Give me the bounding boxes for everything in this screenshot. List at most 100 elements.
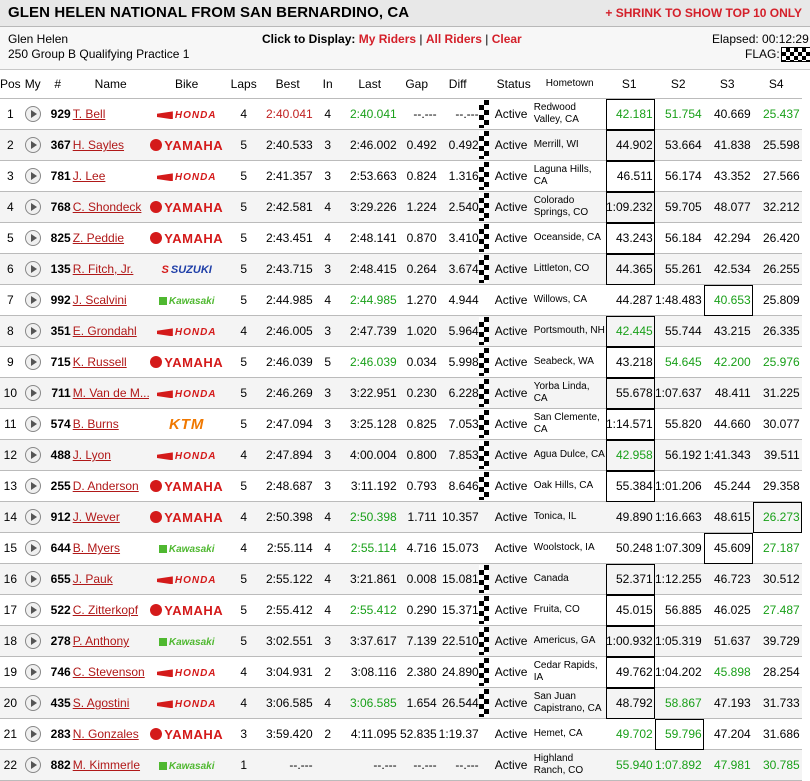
rider-name-link[interactable]: Z. Peddie: [73, 231, 124, 245]
column-header: Diff: [436, 70, 479, 99]
add-my-rider-arrow-icon[interactable]: [24, 416, 41, 432]
add-my-rider-arrow-icon[interactable]: [24, 478, 41, 494]
table-row[interactable]: 5 825 Z. Peddie YAMAHA 5 2:43.451 4 2:48.141 0.8…: [0, 222, 802, 254]
diff-cell: 4.944: [436, 284, 479, 316]
rider-name-link[interactable]: J. Lee: [73, 169, 106, 183]
add-my-rider-arrow-icon[interactable]: [24, 354, 41, 370]
rider-name-link[interactable]: S. Agostini: [73, 696, 130, 710]
add-my-rider-arrow-icon[interactable]: [24, 261, 41, 277]
table-row[interactable]: 21 283 N. Gonzales YAMAHA 3 3:59.420 2 4:11.095…: [0, 718, 802, 750]
table-row[interactable]: 9 715 K. Russell YAMAHA 5 2:46.039 5 2:46.039 0.…: [0, 346, 802, 378]
rider-name-link[interactable]: K. Russell: [73, 355, 127, 369]
rider-name-link[interactable]: J. Scalvini: [73, 293, 127, 307]
diff-cell: 10.357: [436, 501, 479, 533]
rider-name-link[interactable]: C. Shondeck: [73, 200, 142, 214]
last-lap-cell: 2:40.041: [342, 98, 397, 130]
rider-name-link[interactable]: C. Zitterkopf: [73, 603, 138, 617]
add-my-rider-arrow-icon[interactable]: [24, 199, 41, 215]
rider-name-link[interactable]: D. Anderson: [73, 479, 139, 493]
sector-s4-cell: 27.187: [752, 532, 802, 564]
table-row[interactable]: 22 882 M. Kimmerle Kawasaki 1 --.--- --.--- --.…: [0, 749, 802, 781]
sector-s4-cell: 25.809: [752, 284, 802, 316]
sector-s1-cell: 49.890: [605, 501, 655, 533]
sector-s1-cell: 48.792: [605, 687, 655, 719]
last-lap-cell: 3:29.226: [342, 191, 397, 223]
table-row[interactable]: 15 644 B. Myers Kawasaki 4 2:55.114 4 2:55.114 4…: [0, 532, 802, 564]
last-lap-cell: 2:48.415: [342, 253, 397, 285]
rider-name-link[interactable]: E. Grondahl: [73, 324, 137, 338]
add-my-rider-arrow-icon[interactable]: [24, 695, 41, 711]
table-row[interactable]: 6 135R. Fitch, Jr. SUZUKI 52:43.71532:48.41…: [0, 253, 802, 285]
bike-cell: HONDA: [148, 377, 225, 409]
rider-name-link[interactable]: T. Bell: [73, 107, 106, 121]
bike-cell: HONDA: [148, 656, 225, 688]
clear-link[interactable]: Clear: [492, 32, 522, 46]
table-row[interactable]: 11 574 B. Burns KTM 5 2:47.094 3 3:25.128 0.825 7…: [0, 408, 802, 440]
table-row[interactable]: 13 255 D. Anderson YAMAHA 5 2:48.687 3 3:11.192…: [0, 470, 802, 502]
add-my-rider-arrow-icon[interactable]: [24, 571, 41, 587]
rider-name-link[interactable]: R. Fitch, Jr.: [73, 262, 134, 276]
table-row[interactable]: 8 351 E. Grondahl HONDA 4 2:46.005 3 2:47.739 1.…: [0, 315, 802, 347]
table-row[interactable]: 18 278 P. Anthony Kawasaki 5 3:02.551 3 3:37.61…: [0, 625, 802, 657]
add-my-rider-arrow-icon[interactable]: [24, 292, 41, 308]
rider-name-link[interactable]: C. Stevenson: [73, 665, 145, 679]
sector-s2-cell: 59.796: [654, 718, 704, 750]
table-row[interactable]: 14 912 J. Wever YAMAHA 4 2:50.398 4 2:50.398 1.7…: [0, 501, 802, 533]
column-header: #: [44, 70, 71, 99]
add-my-rider-arrow-icon[interactable]: [24, 633, 41, 649]
hometown-cell: Merrill, WI: [532, 129, 606, 161]
last-lap-cell: 4:11.095: [342, 718, 397, 750]
rider-name-link[interactable]: M. Van de M...: [73, 386, 149, 400]
add-my-rider-arrow-icon[interactable]: [24, 447, 41, 463]
table-row[interactable]: 10 711 M. Van de M... HONDA 5 2:46.269 3 3:22.9…: [0, 377, 802, 409]
rider-name-link[interactable]: M. Kimmerle: [73, 758, 140, 772]
add-my-rider-arrow-icon[interactable]: [24, 509, 41, 525]
rider-name-link[interactable]: B. Burns: [73, 417, 119, 431]
table-row[interactable]: 7 992 J. Scalvini Kawasaki 5 2:44.985 4 2:44.98…: [0, 284, 802, 316]
add-my-rider-arrow-icon[interactable]: [24, 106, 41, 122]
add-my-rider-arrow-icon[interactable]: [24, 137, 41, 153]
rider-name-link[interactable]: H. Sayles: [73, 138, 124, 152]
hometown-cell: Oak Hills, CA: [532, 470, 606, 502]
add-my-rider-arrow-icon[interactable]: [24, 540, 41, 556]
add-my-rider-arrow-icon[interactable]: [24, 726, 41, 742]
sector-s4-cell: 26.420: [752, 222, 802, 254]
rider-name-link[interactable]: J. Wever: [73, 510, 120, 524]
rider-name-link[interactable]: N. Gonzales: [73, 727, 139, 741]
shrink-top-10-link[interactable]: + SHRINK TO SHOW TOP 10 ONLY: [605, 6, 802, 20]
add-my-rider-arrow-icon[interactable]: [24, 664, 41, 680]
checkered-flag-icon: [780, 47, 810, 63]
all-riders-link[interactable]: All Riders: [426, 32, 482, 46]
hometown-cell: Highland Ranch, CO: [532, 749, 606, 781]
table-row[interactable]: 17 522 C. Zitterkopf YAMAHA 5 2:55.412 4 2:55.4…: [0, 594, 802, 626]
add-my-rider-arrow-icon[interactable]: [24, 757, 41, 773]
add-my-rider-arrow-icon[interactable]: [24, 385, 41, 401]
rider-name-link[interactable]: B. Myers: [73, 541, 120, 555]
hometown-cell: Cedar Rapids, IA: [532, 656, 606, 688]
status-cell: Active: [492, 284, 533, 316]
table-row[interactable]: 20 435 S. Agostini HONDA 4 3:06.585 4 3:06.585 1…: [0, 687, 802, 719]
table-row[interactable]: 19 746 C. Stevenson HONDA 4 3:04.931 2 3:08.116…: [0, 656, 802, 688]
best-in-lap-cell: 4: [312, 563, 343, 595]
sector-s4-cell: 39.729: [752, 625, 802, 657]
rider-name-cell: J. Lyon: [70, 439, 149, 471]
laps-cell: 5: [224, 222, 263, 254]
best-lap-cell: 2:46.269: [262, 377, 313, 409]
add-my-rider-arrow-icon[interactable]: [24, 602, 41, 618]
table-row[interactable]: 4 768 C. Shondeck YAMAHA 5 2:42.581 4 3:29.226 1…: [0, 191, 802, 223]
table-row[interactable]: 16 655 J. Pauk HONDA 5 2:55.122 4 3:21.861 0.008…: [0, 563, 802, 595]
add-my-rider-arrow-icon[interactable]: [24, 323, 41, 339]
add-my-rider-arrow-icon[interactable]: [24, 168, 41, 184]
laps-cell: 4: [224, 315, 263, 347]
rider-name-link[interactable]: J. Lyon: [73, 448, 111, 462]
table-row[interactable]: 3 781 J. Lee HONDA 5 2:41.357 3 2:53.663 0.824 1.…: [0, 160, 802, 192]
my-rider-cell: [20, 594, 45, 626]
table-row[interactable]: 12 488 J. Lyon HONDA 4 2:47.894 3 4:00.004 0.800…: [0, 439, 802, 471]
rider-name-link[interactable]: J. Pauk: [73, 572, 113, 586]
add-my-rider-arrow-icon[interactable]: [24, 230, 41, 246]
table-row[interactable]: 1 929 T. Bell HONDA 4 2:40.041 4 2:40.041 --.---…: [0, 98, 802, 130]
my-riders-link[interactable]: My Riders: [359, 32, 416, 46]
diff-cell: 24.890: [436, 656, 479, 688]
table-row[interactable]: 2 367 H. Sayles YAMAHA 5 2:40.533 3 2:46.002 0.4…: [0, 129, 802, 161]
rider-name-link[interactable]: P. Anthony: [73, 634, 130, 648]
